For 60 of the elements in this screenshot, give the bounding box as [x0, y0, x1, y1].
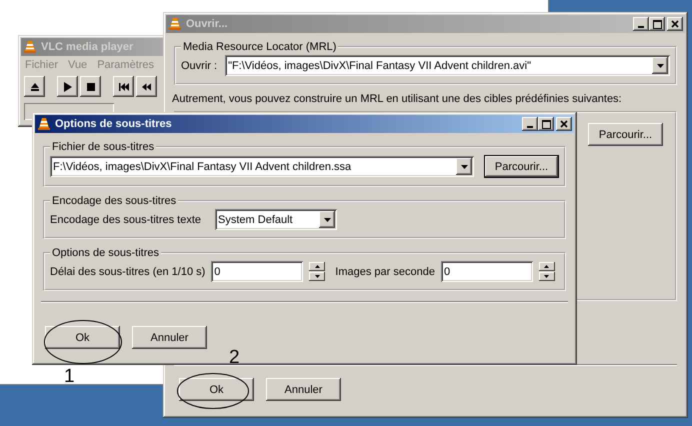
hint-text: Autrement, vous pouvez construire un MRL en utilisant une des cibles prédéfinies suivantes:	[172, 93, 623, 105]
caret-icon	[460, 164, 468, 168]
maximize-icon	[542, 120, 550, 128]
eject-button[interactable]	[24, 76, 45, 97]
browse-button[interactable]: Parcourir...	[588, 123, 663, 146]
minimize-button[interactable]	[633, 17, 649, 31]
close-button[interactable]	[556, 117, 572, 131]
field-label: Encodage des sous-titres texte	[50, 214, 202, 226]
dialog-button[interactable]: Annuler	[132, 326, 207, 349]
minimize-button[interactable]	[522, 117, 538, 131]
maximize-button[interactable]	[538, 117, 554, 131]
annotation-number: 2	[229, 347, 240, 369]
dropdown-arrow-button[interactable]	[319, 211, 336, 228]
window-title: Ouvrir...	[186, 18, 228, 30]
dropdown-arrow-button[interactable]	[456, 158, 472, 175]
play-icon	[62, 82, 72, 92]
group-title: Encodage des sous-titres	[51, 195, 178, 207]
maximize-icon	[652, 20, 662, 28]
up-arrow-icon	[314, 265, 320, 268]
play-button[interactable]	[57, 76, 78, 97]
previous-button[interactable]	[113, 76, 134, 97]
group-title: Fichier de sous-titres	[51, 141, 156, 153]
mrl-dropdown[interactable]: "F:\Vidéos, images\DivX\Final Fantasy VII Advent children.avi"	[225, 55, 670, 76]
traffic-cone-icon	[37, 117, 51, 131]
number-field[interactable]: 0	[440, 261, 533, 282]
caret-icon	[324, 218, 331, 222]
field-label: Images par seconde	[335, 266, 435, 278]
stop-icon	[86, 82, 94, 90]
spin-buttons[interactable]	[538, 262, 555, 281]
spin-buttons[interactable]	[309, 262, 326, 281]
traffic-cone-icon	[168, 17, 182, 31]
caret-icon	[656, 64, 664, 68]
group-title: Media Resource Locator (MRL)	[182, 41, 338, 53]
dialog-button[interactable]: Ok	[179, 378, 254, 401]
rewind-icon	[142, 82, 151, 90]
encoding-dropdown[interactable]: System Default	[215, 209, 338, 230]
field-label: Ouvrir :	[181, 60, 218, 72]
eject-icon	[30, 82, 40, 92]
down-arrow-icon	[544, 275, 550, 278]
window-title: Options de sous-titres	[55, 118, 172, 130]
stop-button[interactable]	[80, 76, 101, 97]
subtitle-file-dropdown[interactable]: F:\Vidéos, images\DivX\Final Fantasy VII Advent children.ssa	[50, 156, 474, 177]
down-arrow-icon	[314, 275, 320, 278]
maximize-button[interactable]	[649, 17, 665, 31]
window-title: VLC media player	[41, 41, 134, 53]
traffic-cone-icon	[23, 40, 37, 54]
rewind-button[interactable]	[136, 76, 157, 97]
number-field[interactable]: 0	[211, 261, 304, 282]
close-button[interactable]	[667, 17, 683, 31]
group-title: Options de sous-titres	[51, 247, 160, 259]
annotation-number: 1	[64, 366, 75, 388]
skip-back-icon	[118, 82, 128, 90]
dropdown-arrow-button[interactable]	[652, 57, 668, 74]
field-label: Délai des sous-titres (en 1/10 s)	[50, 266, 206, 278]
browse-button[interactable]: Parcourir...	[484, 155, 559, 178]
up-arrow-icon	[544, 265, 550, 268]
close-icon	[560, 120, 568, 128]
close-icon	[671, 20, 679, 28]
dialog-button[interactable]: Annuler	[266, 378, 341, 401]
dialog-button[interactable]: Ok	[45, 326, 120, 349]
